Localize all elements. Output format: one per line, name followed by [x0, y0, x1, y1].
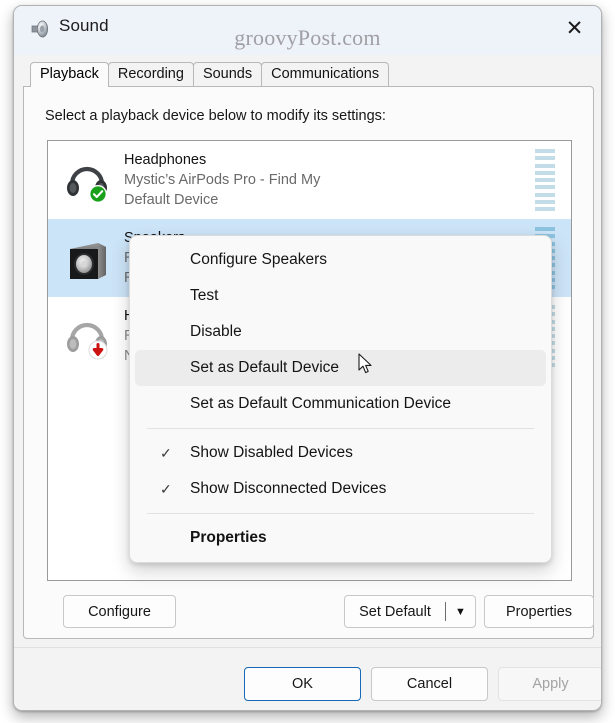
menu-item-label: Show Disabled Devices [190, 444, 353, 461]
headphones-disconnected-icon [60, 309, 114, 363]
properties-button[interactable]: Properties [484, 595, 594, 628]
tab-playback[interactable]: Playback [30, 62, 109, 87]
meter-segment [535, 149, 555, 153]
meter-segment [535, 170, 555, 175]
configure-button[interactable]: Configure [63, 595, 176, 628]
headphones-icon [60, 153, 114, 207]
menu-item-label: Set as Default Communication Device [190, 395, 452, 412]
meter-segment [535, 178, 555, 182]
title-bar: Sound groovyPost.com ✕ [14, 6, 601, 55]
meter-segment [535, 185, 555, 190]
menu-separator [147, 428, 534, 429]
apply-button[interactable]: Apply [498, 667, 601, 701]
menu-item-disable[interactable]: Disable [135, 314, 546, 350]
context-menu: Configure Speakers Test Disable Set as D… [129, 235, 552, 563]
device-action-bar: Configure Set Default ▼ Properties [24, 595, 594, 635]
check-icon: ✓ [160, 445, 172, 461]
menu-item-set-as-default-device[interactable]: Set as Default Device [135, 350, 546, 386]
chevron-down-icon[interactable]: ▼ [446, 596, 475, 627]
menu-item-show-disabled-devices[interactable]: ✓ Show Disabled Devices [135, 435, 546, 471]
tab-recording[interactable]: Recording [107, 62, 194, 86]
desktop-backdrop: Sound groovyPost.com ✕ Playback Recordin… [0, 0, 615, 723]
menu-item-label: Show Disconnected Devices [190, 480, 387, 497]
check-icon: ✓ [160, 481, 172, 497]
meter-segment [535, 192, 555, 197]
device-info: Headphones Mystic’s AirPods Pro - Find M… [124, 150, 535, 210]
set-default-button[interactable]: Set Default [345, 596, 445, 627]
meter-segment [535, 163, 555, 168]
tab-strip: Playback Recording Sounds Communications [14, 55, 601, 87]
status-badge: Default Device [124, 192, 219, 208]
menu-separator [147, 513, 534, 514]
device-name: Headphones [124, 152, 207, 168]
menu-item-label: Set as Default Device [190, 359, 340, 376]
menu-item-show-disconnected-devices[interactable]: ✓ Show Disconnected Devices [135, 471, 546, 507]
menu-item-label: Disable [190, 323, 242, 340]
menu-item-properties[interactable]: Properties [135, 520, 546, 556]
meter-segment [535, 227, 555, 231]
ok-button[interactable]: OK [244, 667, 361, 701]
device-subtitle: Mystic’s AirPods Pro - Find My [124, 172, 321, 188]
speaker-icon [29, 18, 51, 40]
cancel-button[interactable]: Cancel [371, 667, 488, 701]
tab-list: Playback Recording Sounds Communications [30, 62, 390, 87]
menu-item-label: Test [190, 287, 219, 304]
meter-segment [535, 156, 555, 161]
meter-segment [535, 207, 555, 211]
dialog-footer: OK Cancel Apply [14, 647, 601, 710]
instruction-text: Select a playback device below to modify… [45, 108, 386, 124]
close-icon[interactable]: ✕ [552, 8, 597, 48]
sound-dialog-window: Sound groovyPost.com ✕ Playback Recordin… [13, 5, 602, 711]
menu-item-set-as-default-communication-device[interactable]: Set as Default Communication Device [135, 386, 546, 422]
tab-communications[interactable]: Communications [261, 62, 390, 86]
table-row[interactable]: Headphones Mystic’s AirPods Pro - Find M… [48, 141, 571, 219]
menu-item-test[interactable]: Test [135, 278, 546, 314]
volume-meter [535, 149, 555, 211]
meter-segment [535, 199, 555, 204]
menu-item-label: Properties [190, 529, 267, 546]
menu-item-configure-speakers[interactable]: Configure Speakers [135, 242, 546, 278]
tab-sounds[interactable]: Sounds [192, 62, 263, 86]
set-default-split-button[interactable]: Set Default ▼ [344, 595, 476, 628]
window-title: Sound [59, 16, 109, 35]
speaker-box-icon [60, 231, 114, 285]
menu-item-label: Configure Speakers [190, 251, 327, 268]
